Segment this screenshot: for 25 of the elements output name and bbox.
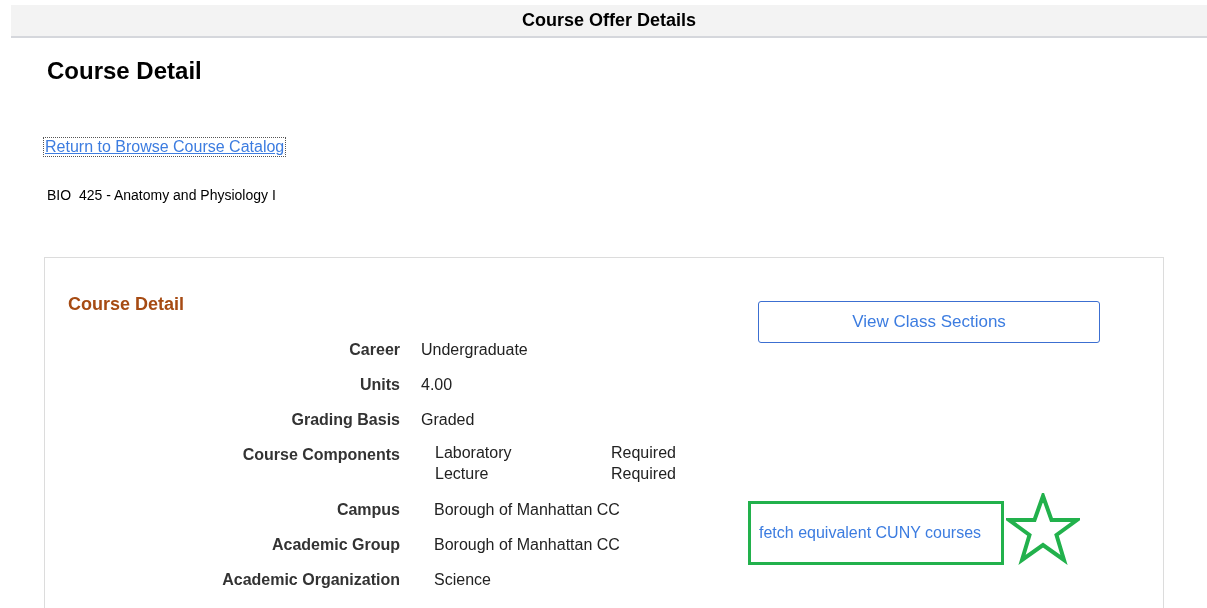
star-icon xyxy=(1006,493,1081,565)
field-label: Grading Basis xyxy=(291,411,400,428)
component-status: Required xyxy=(611,443,676,463)
field-value: Graded xyxy=(421,411,475,428)
field-label: Campus xyxy=(336,501,400,518)
field-label: Academic Group xyxy=(271,536,400,553)
component-name: Laboratory xyxy=(435,443,513,463)
field-label: Course Components xyxy=(242,446,400,463)
field-value: Science xyxy=(434,571,491,588)
field-value: 4.00 xyxy=(421,376,453,393)
component-name: Lecture xyxy=(435,464,490,484)
field-value: Undergraduate xyxy=(421,341,528,358)
field-value: Borough of Manhattan CC xyxy=(434,501,620,518)
field-label: Career xyxy=(349,341,400,358)
field-label: Units xyxy=(360,376,400,393)
view-class-sections-button[interactable]: View Class Sections xyxy=(758,301,1100,343)
fetch-courses-link[interactable]: fetch equivalent CUNY courses xyxy=(759,524,982,541)
return-link[interactable]: Return to Browse Course Catalog xyxy=(44,138,286,156)
page-header-title: Course Offer Details xyxy=(521,9,697,32)
panel-title: Course Detail xyxy=(68,293,185,316)
course-title: BIO 425 - Anatomy and Physiology I xyxy=(47,186,276,204)
field-label: Academic Organization xyxy=(222,571,400,588)
component-status: Required xyxy=(611,464,676,484)
page-title: Course Detail xyxy=(47,56,202,86)
field-value: Borough of Manhattan CC xyxy=(434,536,620,553)
